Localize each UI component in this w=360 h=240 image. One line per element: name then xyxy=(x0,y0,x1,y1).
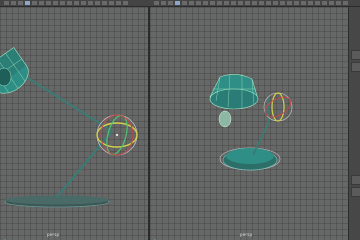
lamp-bulb xyxy=(218,110,232,128)
lamp-base-top xyxy=(226,148,274,164)
lamp-head xyxy=(209,73,259,110)
rotate-gizmo xyxy=(96,114,138,156)
lamp-lower-arm xyxy=(56,130,113,198)
lamp-scene-right xyxy=(209,73,293,171)
viewport-right[interactable]: persp xyxy=(150,7,348,240)
side-panel xyxy=(348,7,360,240)
panel-tab-icon[interactable] xyxy=(351,50,360,60)
panel-tab-icon[interactable] xyxy=(351,62,360,72)
rotate-gizmo xyxy=(263,92,293,122)
viewport-label-right: persp xyxy=(240,232,253,237)
panel-tab-icon[interactable] xyxy=(351,187,360,197)
lamp-upper-arm xyxy=(25,76,113,132)
toolbar-icons-left[interactable] xyxy=(4,1,128,5)
toolbar-icons-right[interactable] xyxy=(154,1,348,5)
panel-tab-icon[interactable] xyxy=(351,175,360,185)
viewport-left[interactable]: persp xyxy=(0,7,148,240)
lamp-scene-left xyxy=(0,47,138,208)
viewport-label-left: persp xyxy=(47,232,60,237)
top-toolbar xyxy=(0,0,360,7)
